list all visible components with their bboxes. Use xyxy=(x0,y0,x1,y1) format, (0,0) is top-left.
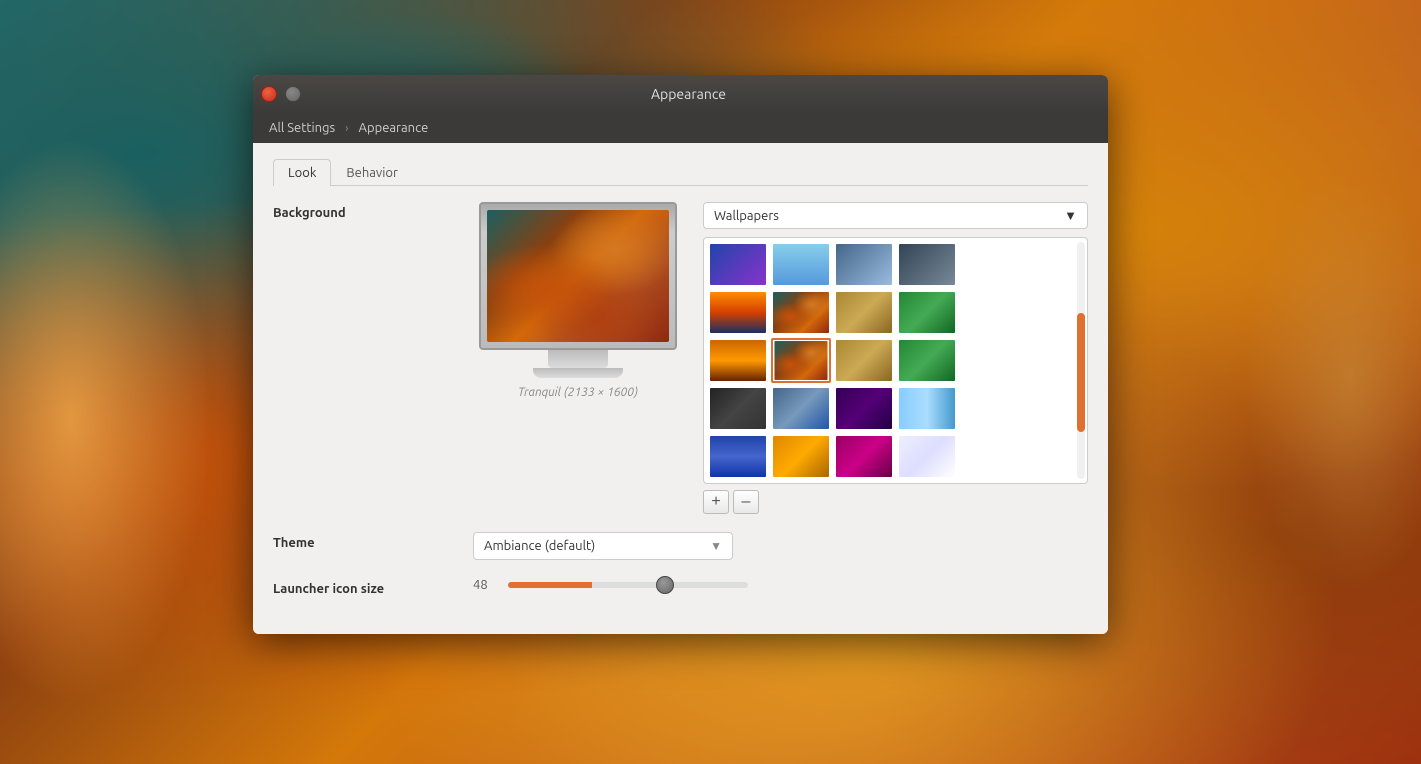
grid-buttons: + – xyxy=(703,490,1088,514)
slider-row: 48 xyxy=(473,578,1088,592)
list-item[interactable] xyxy=(771,338,831,383)
tabs-bar: Look Behavior xyxy=(273,159,1088,186)
wallpaper-grid xyxy=(704,238,1087,483)
titlebar: Appearance xyxy=(253,75,1108,113)
monitor-base xyxy=(533,368,623,378)
list-item[interactable] xyxy=(897,242,957,287)
list-item[interactable] xyxy=(708,434,768,479)
monitor-preview: Tranquil (2133 × 1600) xyxy=(473,202,683,514)
tab-behavior[interactable]: Behavior xyxy=(331,159,413,186)
breadcrumb-all-settings[interactable]: All Settings xyxy=(263,119,341,137)
background-row: Background Tranquil (2133 × 1600) Wallpa… xyxy=(273,202,1088,514)
theme-row: Theme Ambiance (default) ▼ xyxy=(273,532,1088,560)
theme-dropdown[interactable]: Ambiance (default) ▼ xyxy=(473,532,733,560)
list-item[interactable] xyxy=(708,290,768,335)
wallpaper-panel: Wallpapers ▼ xyxy=(703,202,1088,514)
list-item[interactable] xyxy=(897,434,957,479)
wallpaper-dropdown[interactable]: Wallpapers ▼ xyxy=(703,202,1088,229)
content-area: Look Behavior Background Tranquil (2133 … xyxy=(253,143,1108,634)
breadcrumb-appearance[interactable]: Appearance xyxy=(353,119,435,137)
list-item[interactable] xyxy=(897,386,957,431)
list-item[interactable] xyxy=(771,242,831,287)
minimize-button[interactable] xyxy=(285,86,301,102)
list-item[interactable] xyxy=(834,386,894,431)
scrollbar-track[interactable] xyxy=(1077,242,1085,479)
list-item[interactable] xyxy=(708,338,768,383)
launcher-icon-size-slider[interactable] xyxy=(508,582,748,588)
scrollbar-thumb[interactable] xyxy=(1077,313,1085,432)
list-item[interactable] xyxy=(771,290,831,335)
monitor-label: Tranquil (2133 × 1600) xyxy=(518,386,638,399)
remove-wallpaper-button[interactable]: – xyxy=(733,490,759,514)
tab-look[interactable]: Look xyxy=(273,159,331,186)
list-item[interactable] xyxy=(834,290,894,335)
background-label: Background xyxy=(273,202,473,220)
launcher-icon-size-row: Launcher icon size 48 xyxy=(273,578,1088,596)
chevron-down-icon: ▼ xyxy=(1064,208,1077,223)
wallpaper-grid-container xyxy=(703,237,1088,484)
list-item[interactable] xyxy=(834,242,894,287)
add-wallpaper-button[interactable]: + xyxy=(703,490,729,514)
appearance-window: Appearance All Settings › Appearance Loo… xyxy=(253,75,1108,634)
slider-value: 48 xyxy=(473,578,498,592)
monitor-frame xyxy=(479,202,677,350)
breadcrumb-bar: All Settings › Appearance xyxy=(253,113,1108,143)
theme-dropdown-value: Ambiance (default) xyxy=(484,539,595,553)
breadcrumb-separator: › xyxy=(345,122,348,135)
wallpaper-dropdown-value: Wallpapers xyxy=(714,209,779,223)
launcher-icon-size-content: 48 xyxy=(473,578,1088,592)
monitor-stand xyxy=(548,350,608,368)
list-item[interactable] xyxy=(708,242,768,287)
theme-content: Ambiance (default) ▼ xyxy=(473,532,1088,560)
list-item[interactable] xyxy=(771,434,831,479)
list-item[interactable] xyxy=(897,338,957,383)
monitor-screen xyxy=(487,210,669,342)
list-item[interactable] xyxy=(897,290,957,335)
theme-label: Theme xyxy=(273,532,473,550)
list-item[interactable] xyxy=(771,386,831,431)
background-content: Tranquil (2133 × 1600) Wallpapers ▼ xyxy=(473,202,1088,514)
list-item[interactable] xyxy=(708,386,768,431)
chevron-down-icon: ▼ xyxy=(710,539,722,553)
close-button[interactable] xyxy=(261,86,277,102)
window-title: Appearance xyxy=(309,86,1068,102)
list-item[interactable] xyxy=(834,338,894,383)
list-item[interactable] xyxy=(834,434,894,479)
launcher-icon-size-label: Launcher icon size xyxy=(273,578,473,596)
